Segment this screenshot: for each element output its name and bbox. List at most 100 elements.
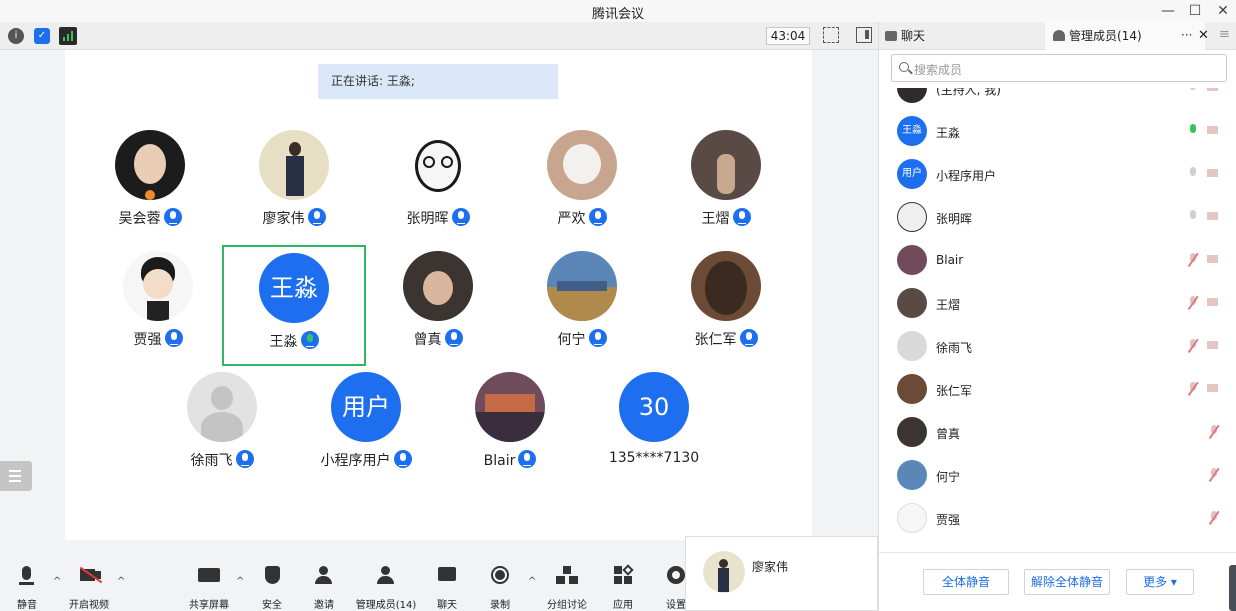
mic-active-icon[interactable] xyxy=(1186,122,1200,140)
minimize-button[interactable]: — xyxy=(1157,1,1179,21)
camera-off-icon[interactable] xyxy=(1207,124,1223,136)
avatar xyxy=(547,251,617,321)
participant-tile[interactable]: 廖家伟 xyxy=(222,122,366,242)
member-row[interactable]: 张明晖 xyxy=(879,196,1236,239)
member-name: Blair xyxy=(936,253,964,267)
avatar xyxy=(547,130,617,200)
member-row[interactable]: 贾强 xyxy=(879,497,1236,540)
camera-off-icon[interactable] xyxy=(1207,339,1223,351)
shield-icon[interactable]: ✓ xyxy=(34,28,50,44)
close-panel-button[interactable]: ✕ xyxy=(1198,28,1209,43)
close-window-button[interactable]: ✕ xyxy=(1212,1,1234,21)
signal-icon[interactable] xyxy=(59,27,77,45)
avatar xyxy=(897,331,927,361)
fullscreen-icon[interactable] xyxy=(823,27,839,43)
more-options-icon[interactable]: ··· xyxy=(1181,28,1192,42)
mic-muted-icon[interactable] xyxy=(1186,251,1200,269)
chat-icon xyxy=(438,566,456,584)
mic-muted-icon[interactable] xyxy=(1186,337,1200,355)
invite-button[interactable]: 邀请 xyxy=(289,562,359,611)
layout-toggle-icon[interactable] xyxy=(856,27,872,43)
members-icon xyxy=(377,566,395,584)
settings-button[interactable]: 设置 xyxy=(641,562,687,611)
more-button[interactable]: 更多 ▾ xyxy=(1126,569,1194,595)
mic-icon[interactable] xyxy=(1186,208,1200,226)
camera-off-icon[interactable] xyxy=(1207,88,1223,93)
mic-icon xyxy=(163,208,182,226)
member-row[interactable]: 徐雨飞 xyxy=(879,325,1236,368)
mic-icon xyxy=(393,450,412,468)
avatar: 王淼 xyxy=(897,116,927,146)
mute-all-button[interactable]: 全体静音 xyxy=(923,569,1009,595)
participant-name: 何宁 xyxy=(557,332,586,348)
search-input[interactable]: 搜索成员 xyxy=(914,61,962,78)
member-row[interactable]: 张仁军 xyxy=(879,368,1236,411)
record-label: 录制 xyxy=(490,600,510,611)
participant-name: 贾强 xyxy=(133,332,162,348)
tab-chat[interactable]: 聊天 xyxy=(885,22,1045,50)
unmute-all-button[interactable]: 解除全体静音 xyxy=(1024,569,1110,595)
avatar xyxy=(115,130,185,200)
member-row[interactable]: Blair xyxy=(879,239,1236,282)
member-row[interactable]: 曾真 xyxy=(879,411,1236,454)
participant-tile[interactable]: 张仁军 xyxy=(654,243,798,363)
participant-tile[interactable]: 贾强 xyxy=(86,243,230,363)
participant-tile[interactable]: 何宁 xyxy=(510,243,654,363)
edge-tab[interactable] xyxy=(1229,565,1236,611)
participant-tile[interactable]: 30 135****7130 xyxy=(582,364,726,484)
participant-tile[interactable]: 吴会蓉 xyxy=(78,122,222,242)
mic-muted-icon[interactable] xyxy=(1207,467,1223,482)
start-video-button[interactable]: 开启视频 xyxy=(54,562,124,611)
participant-tile[interactable]: 用户 小程序用户 xyxy=(294,364,438,484)
chevron-up-icon[interactable]: ^ xyxy=(117,576,125,587)
member-search[interactable]: 搜索成员 xyxy=(891,54,1227,82)
video-label: 开启视频 xyxy=(69,600,109,611)
member-name: 张明晖 xyxy=(936,212,973,226)
popup-name: 廖家伟 xyxy=(752,560,789,574)
participant-popup[interactable]: 廖家伟 xyxy=(685,536,878,611)
avatar xyxy=(403,130,473,200)
participant-tile[interactable]: 王熠 xyxy=(654,122,798,242)
member-row[interactable]: 用户 小程序用户 xyxy=(879,153,1236,196)
avatar xyxy=(897,503,927,533)
participant-name: 王淼 xyxy=(269,334,298,350)
member-row[interactable]: 何宁 xyxy=(879,454,1236,497)
mic-icon xyxy=(307,208,326,226)
camera-off-icon[interactable] xyxy=(1207,167,1223,179)
meeting-topbar: i ✓ 43:04 xyxy=(0,22,878,50)
mic-muted-icon[interactable] xyxy=(1186,380,1200,398)
participant-tile[interactable]: 曾真 xyxy=(366,243,510,363)
camera-off-icon[interactable] xyxy=(1207,253,1223,265)
avatar xyxy=(897,202,927,232)
participant-tile[interactable]: 张明晖 xyxy=(366,122,510,242)
camera-off-icon[interactable] xyxy=(1207,210,1223,222)
mic-muted-icon[interactable] xyxy=(1186,294,1200,312)
info-icon[interactable]: i xyxy=(8,28,24,44)
manage-members-button[interactable]: 管理成员(14) xyxy=(351,562,421,611)
participant-tile[interactable]: 徐雨飞 xyxy=(150,364,294,484)
active-speaker-tile[interactable]: 王淼 王淼 xyxy=(222,245,366,366)
member-row[interactable]: 王熠 xyxy=(879,282,1236,325)
mic-icon[interactable] xyxy=(1186,165,1200,183)
participant-tile[interactable]: 严欢 xyxy=(510,122,654,242)
panel-menu-icon[interactable]: ≡ xyxy=(1219,27,1230,42)
participant-tile[interactable]: Blair xyxy=(438,364,582,484)
members-icon xyxy=(1053,30,1065,41)
mic-icon xyxy=(732,208,751,226)
mic-muted-icon[interactable] xyxy=(1207,424,1223,439)
share-screen-button[interactable]: 共享屏幕 xyxy=(174,562,244,611)
side-panel-handle[interactable] xyxy=(0,461,32,491)
share-screen-icon xyxy=(198,566,220,584)
gear-icon xyxy=(667,566,685,584)
mute-label: 静音 xyxy=(17,600,37,611)
member-row[interactable]: (主持人, 我) xyxy=(879,88,1236,110)
maximize-button[interactable]: ☐ xyxy=(1184,1,1206,21)
camera-off-icon[interactable] xyxy=(1207,382,1223,394)
record-button[interactable]: 录制 xyxy=(465,562,535,611)
mic-icon xyxy=(444,329,463,347)
mic-off-icon[interactable] xyxy=(1186,88,1200,97)
avatar: 30 xyxy=(619,372,689,442)
member-row[interactable]: 王淼 王淼 xyxy=(879,110,1236,153)
camera-off-icon[interactable] xyxy=(1207,296,1223,308)
mic-muted-icon[interactable] xyxy=(1207,510,1223,525)
